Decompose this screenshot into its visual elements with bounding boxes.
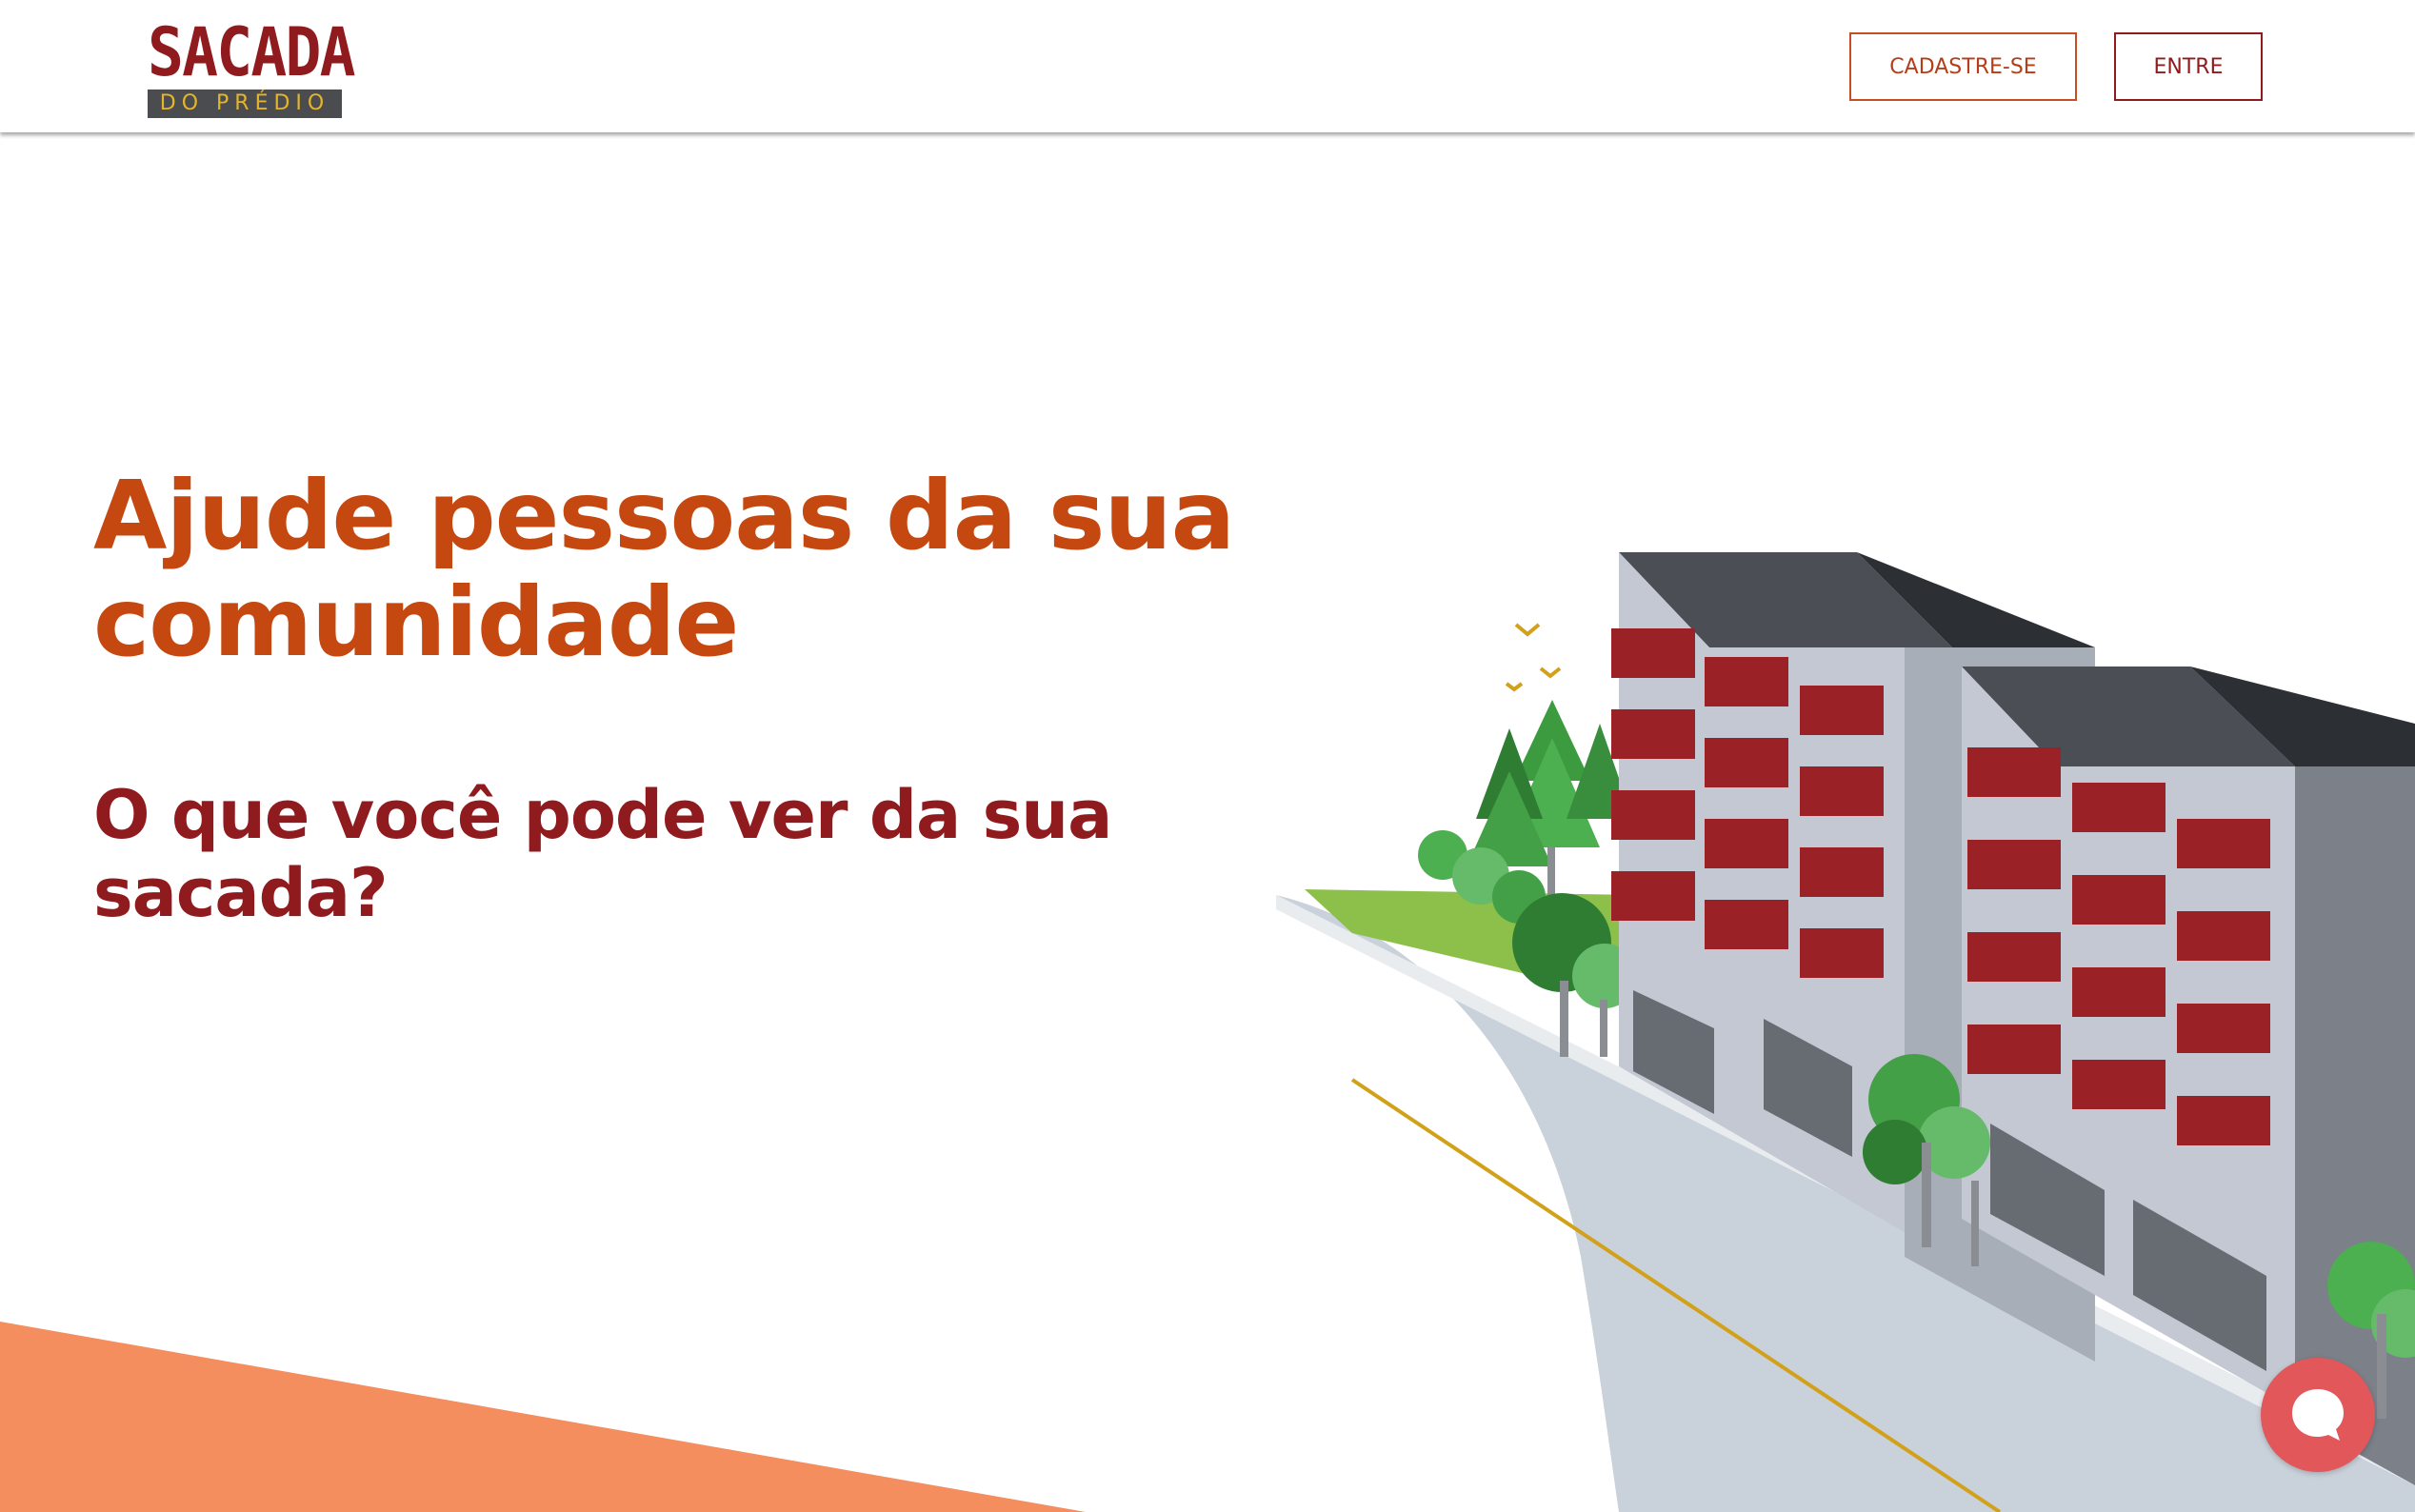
logo-tagline: DO PRÉDIO [148, 90, 342, 118]
apartment-building-illustration [1276, 552, 2415, 1512]
chat-button[interactable] [2261, 1358, 2375, 1472]
orange-decorative-band [0, 1322, 1086, 1512]
hero-subtitle: O que você pode ver da sua sacada? [93, 776, 1112, 932]
chat-bubble-icon [2292, 1389, 2344, 1441]
sacada-do-predio-logo[interactable]: SACADA DO PRÉDIO [148, 13, 356, 118]
top-navbar: SACADA DO PRÉDIO CADASTRE-SE ENTRE [0, 0, 2415, 132]
signup-button[interactable]: CADASTRE-SE [1849, 32, 2077, 101]
logo-wordmark: SACADA [148, 13, 356, 91]
login-button[interactable]: ENTRE [2114, 32, 2263, 101]
hero-title: Ajude pessoas da sua comunidade [93, 460, 1235, 678]
